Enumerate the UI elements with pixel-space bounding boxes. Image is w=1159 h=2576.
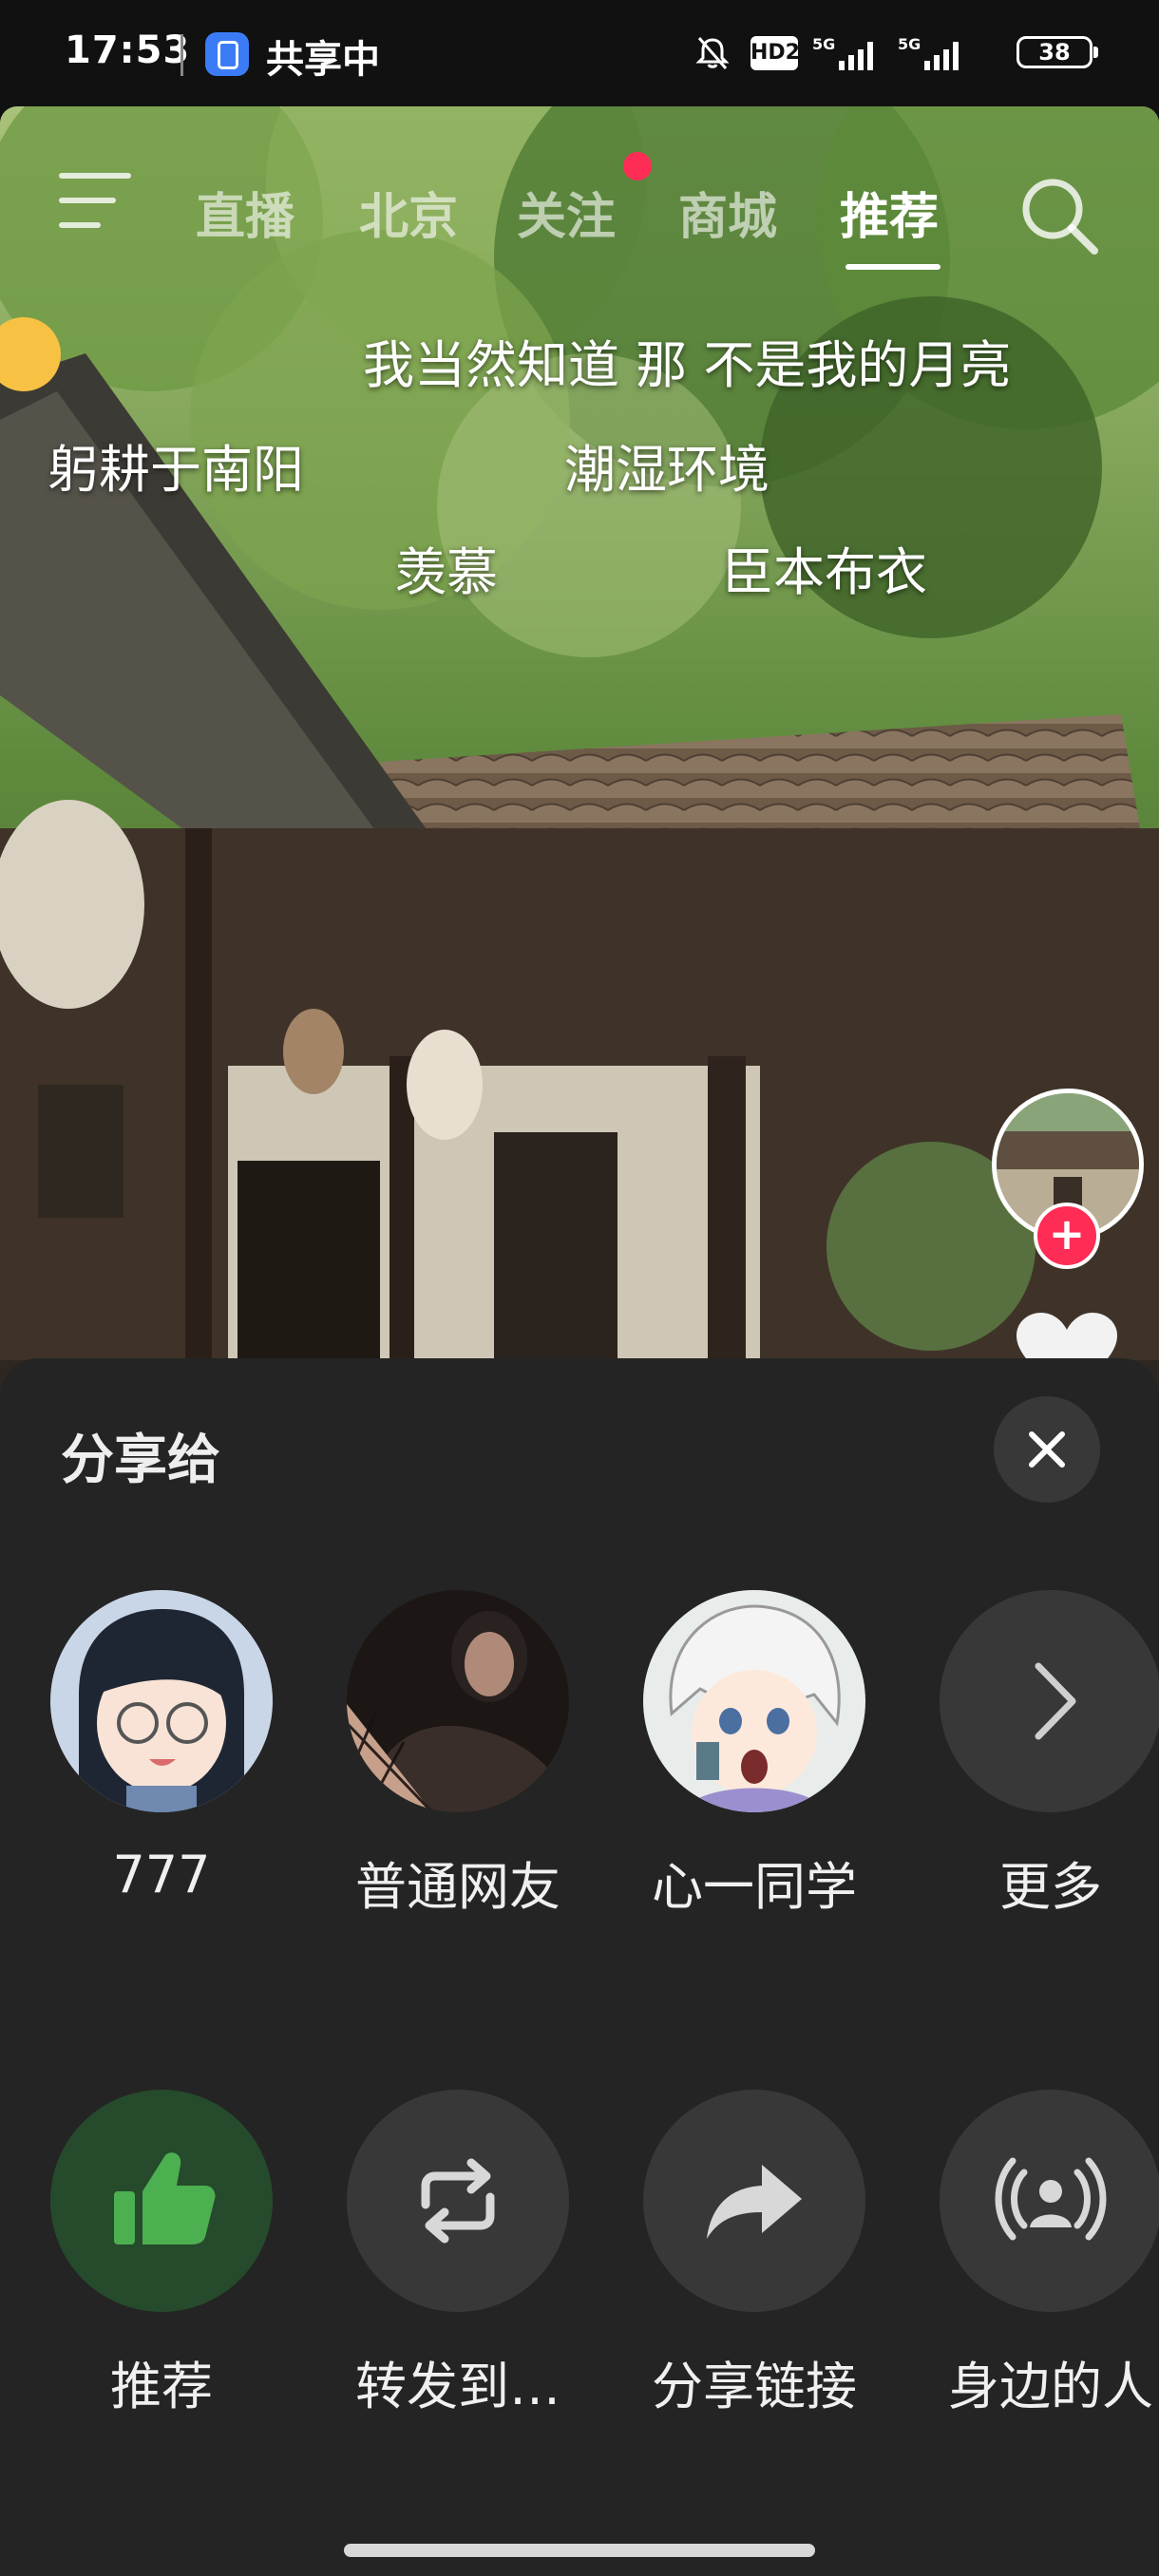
hd-voice-badge: HD2 <box>750 36 800 70</box>
contact-name: 普通网友 <box>355 1857 560 1917</box>
avatar <box>347 1590 569 1812</box>
nearby-people-button[interactable]: 身边的人 <box>939 2090 1159 2419</box>
tab-mall[interactable]: 商城 <box>678 177 777 248</box>
close-button[interactable] <box>994 1396 1100 1503</box>
screen: 17:53 共享中 HD2 5G 5G 38 直播 北京 关注 商城 推荐 我当… <box>0 0 1159 2576</box>
status-divider <box>180 34 183 76</box>
contact-name: 更多 <box>999 1857 1102 1917</box>
share-sheet-title: 分享给 <box>61 1430 220 1491</box>
share-link-button[interactable]: 分享链接 <box>642 2090 866 2419</box>
action-label: 推荐 <box>110 2357 213 2416</box>
status-bar: 17:53 共享中 HD2 5G 5G 38 <box>0 0 1159 106</box>
action-circle <box>347 2090 569 2312</box>
repost-icon <box>421 2158 495 2244</box>
search-icon[interactable] <box>1016 173 1102 258</box>
broadcast-person-icon <box>995 2157 1107 2241</box>
more-circle <box>940 1590 1159 1812</box>
share-arrow-icon <box>707 2165 802 2239</box>
signal-5g-icon-2: 5G <box>898 35 959 70</box>
close-icon <box>1029 1431 1065 1468</box>
repost-button[interactable]: 转发到… <box>346 2090 570 2419</box>
signal-2-text: 5G <box>898 35 921 53</box>
action-label: 分享链接 <box>652 2357 857 2416</box>
danmaku-comment: 我当然知道 那 不是我的月亮 <box>363 335 1012 395</box>
contact-item[interactable]: 777 <box>49 1590 274 1904</box>
danmaku-comment: 羡慕 <box>395 542 498 602</box>
action-label: 身边的人 <box>948 2357 1153 2416</box>
tab-live[interactable]: 直播 <box>196 177 294 248</box>
tab-beijing[interactable]: 北京 <box>359 177 458 248</box>
top-nav: 直播 北京 关注 商城 推荐 <box>0 144 1159 270</box>
screen-share-icon <box>205 32 249 76</box>
battery-icon: 38 <box>1016 36 1098 68</box>
action-circle <box>643 2090 865 2312</box>
status-time: 17:53 <box>65 28 191 72</box>
video-player[interactable]: 直播 北京 关注 商城 推荐 我当然知道 那 不是我的月亮 躬耕于南阳 潮湿环境… <box>0 106 1159 1417</box>
action-circle <box>940 2090 1159 2312</box>
contact-name: 心一同学 <box>652 1857 857 1917</box>
follow-plus-button[interactable]: + <box>1034 1203 1100 1269</box>
recommend-button[interactable]: 推荐 <box>49 2090 274 2419</box>
more-contacts-button[interactable]: 更多 <box>939 1590 1159 1920</box>
contact-item[interactable]: 心一同学 <box>642 1590 866 1920</box>
following-notification-dot <box>623 152 652 180</box>
action-label: 转发到… <box>355 2357 560 2416</box>
video-frame-scene <box>0 106 1159 1417</box>
avatar <box>643 1590 865 1812</box>
mute-bell-icon <box>695 37 730 69</box>
danmaku-comment: 臣本布衣 <box>722 542 927 602</box>
avatar <box>50 1590 273 1812</box>
share-sheet: 分享给 777 普通网友 心一同学 更多 推荐 转发到… 分享链接 身边的人 <box>0 1358 1159 2576</box>
signal-1-text: 5G <box>812 35 835 53</box>
thumbs-up-icon <box>114 2152 216 2245</box>
status-indicators: HD2 5G 5G 38 <box>560 28 1098 82</box>
chevron-right-icon <box>1035 1662 1076 1740</box>
danmaku-comment: 潮湿环境 <box>564 440 770 500</box>
danmaku-comment: 躬耕于南阳 <box>48 440 304 500</box>
contact-item[interactable]: 普通网友 <box>346 1590 570 1920</box>
action-circle <box>50 2090 273 2312</box>
contact-name: 777 <box>112 1845 211 1904</box>
status-sharing-label: 共享中 <box>266 38 380 82</box>
home-indicator[interactable] <box>344 2544 815 2557</box>
tab-following[interactable]: 关注 <box>517 177 616 248</box>
signal-5g-icon: 5G <box>812 35 873 70</box>
tab-recommend[interactable]: 推荐 <box>840 177 939 248</box>
active-tab-underline <box>846 264 940 270</box>
menu-icon[interactable] <box>59 173 135 234</box>
